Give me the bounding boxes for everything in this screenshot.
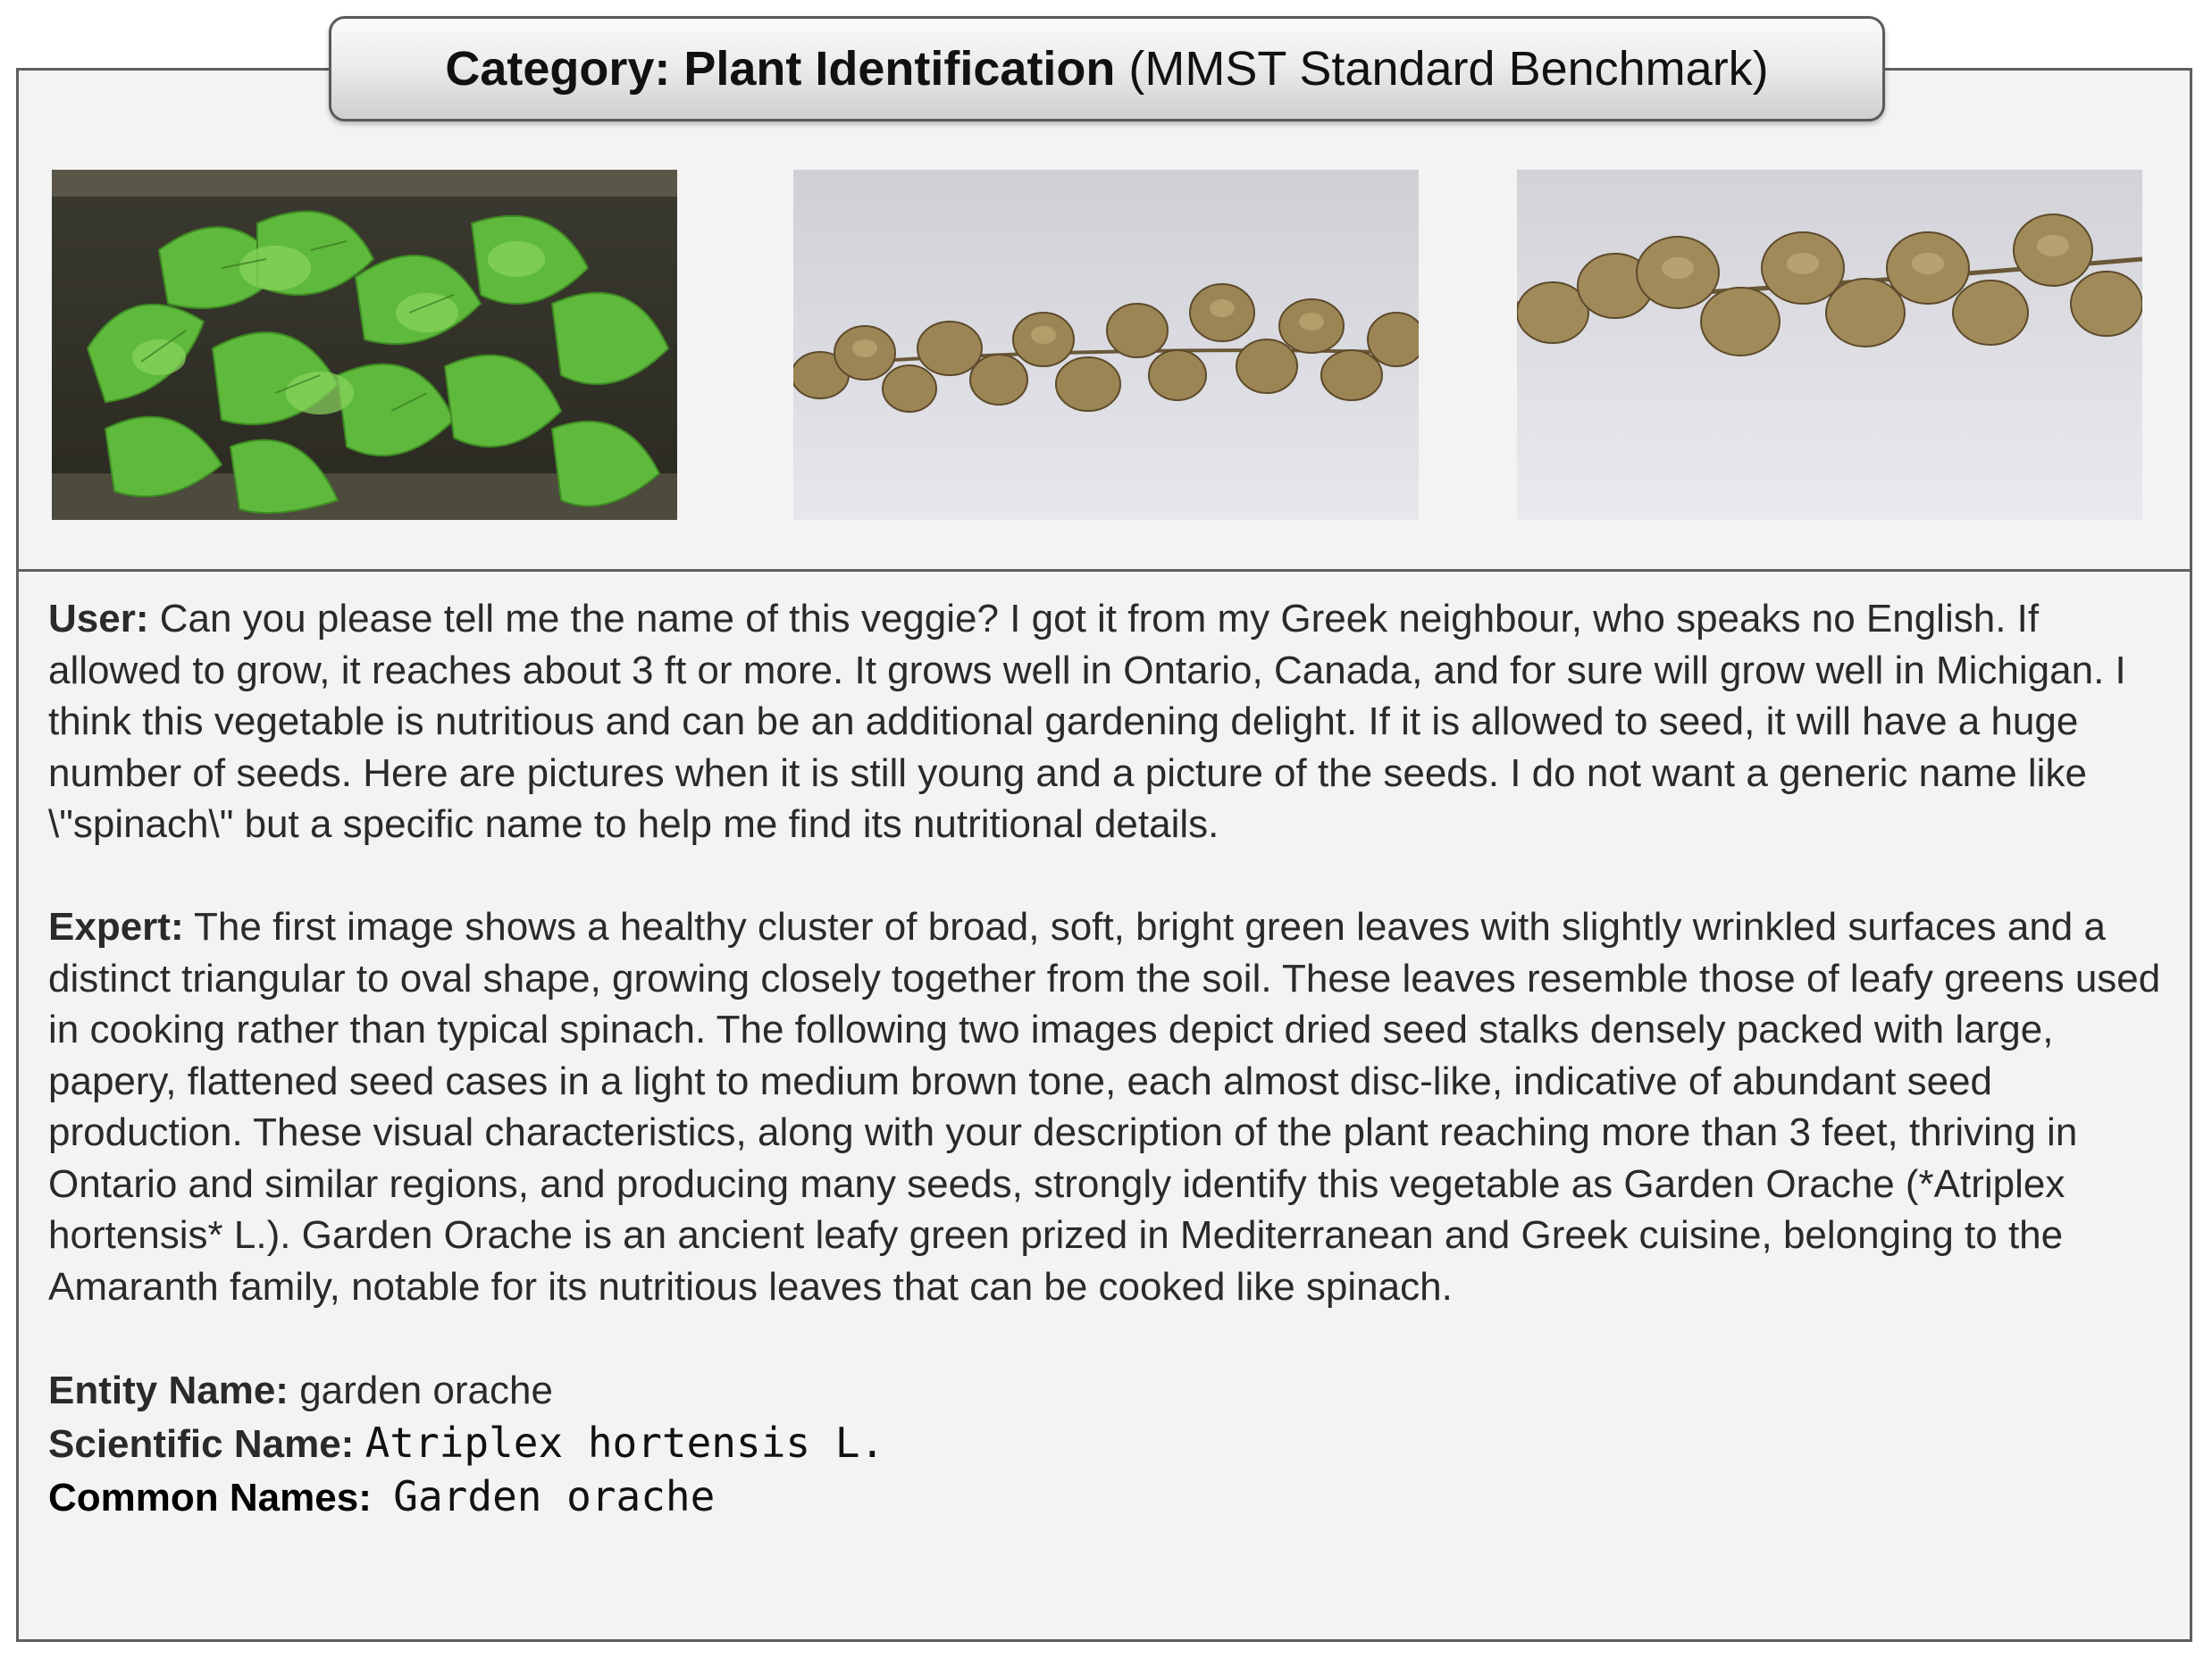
- conversation-text: User: Can you please tell me the name of…: [48, 593, 2179, 1524]
- common-names-row: Common Names: Garden orache: [48, 1470, 2179, 1524]
- user-text: Can you please tell me the name of this …: [48, 597, 2126, 846]
- category-label: Category: Plant Identification: [445, 42, 1116, 96]
- entity-name-value: garden orache: [299, 1368, 553, 1412]
- entity-name-label: Entity Name:: [48, 1368, 289, 1412]
- section-divider: [19, 569, 2190, 572]
- common-names-label: Common Names:: [48, 1475, 372, 1520]
- scientific-name-row: Scientific Name: Atriplex hortensis L.: [48, 1417, 2179, 1470]
- benchmark-label: (MMST Standard Benchmark): [1128, 42, 1769, 96]
- expert-text: The first image shows a healthy cluster …: [48, 905, 2161, 1309]
- dried-seed-stalk-2-image: [1517, 170, 2142, 520]
- category-title: Category: Plant Identification (MMST Sta…: [329, 16, 1885, 121]
- user-message: User: Can you please tell me the name of…: [48, 593, 2179, 850]
- young-plant-leaves-image: [52, 170, 677, 520]
- example-card: User: Can you please tell me the name of…: [16, 68, 2192, 1642]
- scientific-name-value: Atriplex hortensis L.: [364, 1418, 885, 1467]
- expert-message: Expert: The first image shows a healthy …: [48, 901, 2179, 1312]
- scientific-name-label: Scientific Name:: [48, 1421, 355, 1466]
- entity-name-row: Entity Name: garden orache: [48, 1364, 2179, 1417]
- common-names-value: Garden orache: [393, 1471, 716, 1520]
- dried-seed-stalk-1-image: [793, 170, 1419, 520]
- user-label: User:: [48, 597, 149, 641]
- image-row: [19, 71, 2190, 572]
- expert-label: Expert:: [48, 905, 184, 949]
